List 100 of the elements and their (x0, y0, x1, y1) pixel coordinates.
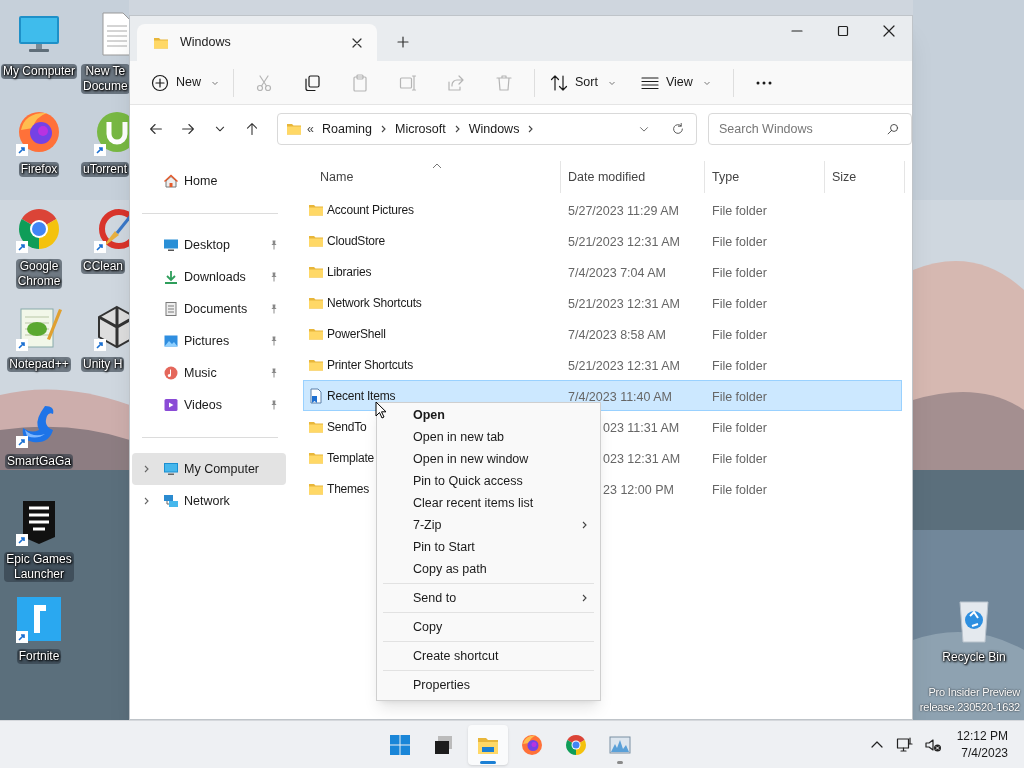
date-modified: 23 12:00 PM (603, 482, 674, 497)
file-type: File folder (712, 203, 767, 218)
file-name: PowerShell (327, 325, 386, 343)
wheel-logo-icon (564, 733, 588, 757)
date-modified: 7/4/2023 11:40 AM (568, 389, 673, 404)
monitor-icon (163, 461, 179, 477)
home-icon (163, 173, 179, 189)
menu-item[interactable]: Send to (377, 587, 600, 609)
date-modified: 5/21/2023 12:31 AM (568, 358, 680, 373)
menu-item[interactable]: 7-Zip (377, 514, 600, 536)
file-name: Account Pictures (327, 201, 414, 219)
column-header[interactable]: Name (320, 167, 354, 187)
desktop-shortcut[interactable]: Google Chrome (0, 205, 78, 303)
sidebar-item[interactable]: Music (132, 357, 286, 389)
refresh-icon (670, 121, 686, 137)
view-button[interactable]: View (631, 65, 719, 100)
picture-icon (163, 333, 179, 349)
sidebar-item[interactable]: Home (132, 165, 286, 197)
date-modified: 5/27/2023 11:29 AM (568, 203, 679, 218)
breadcrumb-link[interactable]: Microsoft (395, 119, 446, 139)
menu-item[interactable]: Pin to Start (377, 536, 600, 558)
desktop-shortcut[interactable]: Firefox (0, 107, 78, 205)
sort-button[interactable]: Sort (541, 65, 624, 100)
date-modified: 5/21/2023 12:31 AM (568, 296, 680, 311)
file-name: SendTo (327, 418, 367, 436)
menu-item[interactable]: Copy (377, 616, 600, 638)
file-type: File folder (712, 451, 767, 466)
desktop-shortcut[interactable]: SmartGaGa (0, 400, 78, 498)
clock[interactable]: 12:12 PM 7/4/2023 (956, 727, 1008, 762)
file-name: Template (327, 449, 375, 467)
download-icon (163, 269, 179, 285)
shortcut-folder-icon (308, 387, 324, 404)
file-name: Recent Items (327, 387, 396, 405)
menu-item[interactable]: Pin to Quick access (377, 470, 600, 492)
menu-item[interactable]: Open in new window (377, 448, 600, 470)
music-icon (163, 365, 179, 381)
date-modified: 5/21/2023 12:31 AM (568, 234, 680, 249)
column-header[interactable]: Date modified (568, 167, 646, 187)
desktop-shortcut[interactable]: My Computer (0, 10, 78, 108)
sidebar-item[interactable]: Documents (132, 293, 286, 325)
chevron-right-icon (526, 124, 535, 134)
file-type: File folder (712, 234, 767, 249)
file-type: File folder (712, 296, 767, 311)
sidebar-item[interactable]: Pictures (132, 325, 286, 357)
file-name: Libraries (327, 263, 372, 281)
file-type: File folder (712, 358, 767, 373)
desktop-shortcut[interactable]: Epic Games Launcher (0, 497, 78, 595)
video-icon (163, 397, 179, 413)
folder-icon (286, 121, 302, 137)
breadcrumb-link[interactable]: Roaming (321, 119, 372, 139)
build-watermark-text: Pro Insider Preview (928, 685, 1020, 700)
date-modified: 7/4/2023 7:04 AM (568, 265, 666, 280)
windows-logo-icon (388, 733, 412, 757)
breadcrumb-link[interactable]: Windows (468, 119, 520, 139)
date-modified: 023 11:31 AM (603, 420, 680, 435)
window-tab[interactable]: Windows (137, 24, 377, 61)
search-icon (886, 122, 900, 136)
search-field[interactable]: Search Windows (708, 113, 912, 145)
address-bar[interactable]: « Roaming Microsoft Windows (277, 113, 697, 145)
tile-logo-icon (15, 595, 63, 643)
menu-item[interactable]: Copy as path (377, 558, 600, 580)
column-header[interactable]: Type (712, 167, 740, 187)
menu-item[interactable]: Open in new tab (377, 426, 600, 448)
file-type: File folder (712, 265, 767, 280)
file-type: File folder (712, 420, 767, 435)
menu-item[interactable]: Clear recent items list (377, 492, 600, 514)
file-name: Network Shortcuts (327, 294, 422, 312)
desktop-shortcut[interactable]: Fortnite (0, 595, 78, 693)
chart-monitor-icon (608, 733, 632, 757)
sidebar-item[interactable]: My Computer (132, 453, 286, 485)
sidebar-item[interactable]: Network (132, 485, 286, 517)
overflow-button[interactable]: « (307, 119, 314, 139)
plus-icon (397, 36, 409, 48)
new-button[interactable]: New (142, 65, 227, 100)
maximize-icon (837, 25, 849, 37)
network-monitor-icon (895, 735, 914, 754)
menu-item[interactable]: Create shortcut (377, 645, 600, 667)
desktop-shortcut[interactable]: Notepad++ (0, 302, 78, 400)
sidebar-item[interactable]: Desktop (132, 229, 286, 261)
file-name: CloudStore (327, 232, 386, 250)
file-type: File folder (712, 389, 767, 404)
network-icon (163, 493, 179, 509)
sidebar-item[interactable]: Videos (132, 389, 286, 421)
date-modified: 023 12:31 AM (603, 451, 681, 466)
build-watermark-text: release.230520-1632 (919, 700, 1020, 715)
sidebar-item[interactable]: Downloads (132, 261, 286, 293)
close-icon (883, 25, 895, 37)
file-name: Themes (327, 480, 370, 498)
globe-logo-icon (520, 733, 544, 757)
date-modified: 7/4/2023 8:58 AM (568, 327, 666, 342)
desktop-icon (163, 237, 179, 253)
file-type: File folder (712, 327, 767, 342)
chevron-right-icon (379, 124, 387, 134)
close-icon (351, 36, 363, 49)
document-icon (163, 301, 179, 317)
file-name: Printer Shortcuts (327, 356, 413, 374)
file-type: File folder (712, 482, 767, 497)
tab-title: Windows (180, 34, 231, 52)
column-header[interactable]: Size (832, 167, 857, 187)
menu-item[interactable]: Properties (377, 674, 600, 696)
